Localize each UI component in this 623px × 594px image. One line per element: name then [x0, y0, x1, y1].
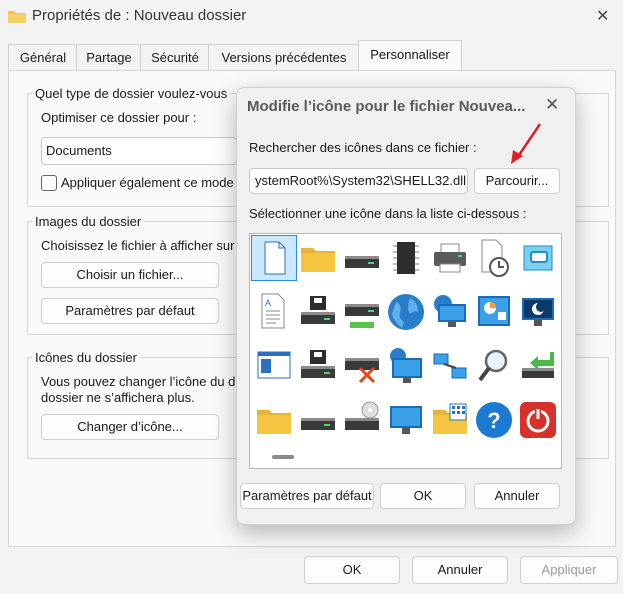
apply-button[interactable]: Appliquer: [520, 556, 618, 584]
close-icon[interactable]: ✕: [596, 6, 609, 26]
optimize-select[interactable]: Documents: [41, 137, 237, 165]
dialog-title: Modifie l’icône pour le fichier Nouvea..…: [247, 98, 526, 115]
tab-previous-versions[interactable]: Versions précédentes: [208, 44, 360, 71]
svg-text:A: A: [265, 298, 271, 308]
folder-closed-icon[interactable]: [252, 398, 296, 442]
tab-sharing[interactable]: Partage: [76, 44, 142, 71]
tab-security[interactable]: Sécurité: [140, 44, 210, 71]
dialog-ok-button[interactable]: OK: [380, 483, 466, 509]
dialog-close-icon[interactable]: ✕: [545, 95, 559, 115]
folder-icons-title: Icônes du dossier: [32, 350, 140, 365]
internet-monitor-icon[interactable]: [384, 344, 428, 388]
folder-icon: [8, 11, 26, 23]
cancel-button[interactable]: Annuler: [412, 556, 508, 584]
tab-general[interactable]: Général: [8, 44, 78, 71]
dialog-default-button[interactable]: Paramètres par défaut: [240, 483, 374, 509]
folder-images-title: Images du dossier: [32, 214, 145, 229]
search-icons-label: Rechercher des icônes dans ce fichier :: [249, 140, 477, 155]
title-bar: Propriétés de : Nouveau dossier ✕: [0, 0, 623, 34]
network-drive-icon[interactable]: [340, 290, 384, 334]
optimize-label: Optimiser ce dossier pour :: [41, 110, 197, 125]
folder-images-desc: Choisissez le fichier à afficher sur: [41, 238, 235, 253]
drive2-icon[interactable]: [296, 398, 340, 442]
printer-icon[interactable]: [428, 236, 472, 280]
globe-icon[interactable]: [384, 290, 428, 334]
svg-text:?: ?: [487, 408, 500, 433]
sleep-monitor-icon[interactable]: [516, 290, 560, 334]
folder-icons-desc-2: dossier ne s’affichera plus.: [41, 390, 195, 405]
folder-grid-icon[interactable]: [428, 398, 472, 442]
install-icon[interactable]: [516, 344, 560, 388]
tab-customize[interactable]: Personnaliser: [358, 40, 462, 71]
blank-document-icon[interactable]: [251, 235, 297, 281]
floppy-drive-icon[interactable]: [296, 290, 340, 334]
apply-subfolders-label: Appliquer également ce mode: [61, 175, 234, 190]
folder-icon[interactable]: [296, 236, 340, 280]
power-icon[interactable]: [516, 398, 560, 442]
network-connection-icon[interactable]: [428, 344, 472, 388]
clock-document-icon[interactable]: [472, 236, 516, 280]
chip-icon[interactable]: [384, 236, 428, 280]
disconnected-drive-icon[interactable]: [340, 344, 384, 388]
help-icon[interactable]: ?: [472, 398, 516, 442]
folder-type-title: Quel type de dossier voulez-vous: [32, 86, 231, 101]
browse-button[interactable]: Parcourir...: [474, 168, 560, 194]
horizontal-scrollbar[interactable]: [272, 455, 294, 459]
change-icon-button[interactable]: Changer d’icône...: [41, 414, 219, 440]
search-icon[interactable]: [472, 344, 516, 388]
dialog-cancel-button[interactable]: Annuler: [474, 483, 560, 509]
network-monitor-icon[interactable]: [428, 290, 472, 334]
folder-icons-desc: Vous pouvez changer l’icône du d: [41, 374, 236, 389]
floppy-drive2-icon[interactable]: [296, 344, 340, 388]
window-title: Propriétés de : Nouveau dossier: [32, 7, 247, 24]
icon-file-path-input[interactable]: ystemRoot%\System32\SHELL32.dll: [249, 168, 468, 194]
change-icon-dialog: Modifie l’icône pour le fichier Nouvea..…: [236, 87, 576, 525]
red-arrow-icon: [511, 123, 542, 164]
control-panel-icon[interactable]: [472, 290, 516, 334]
cd-drive-icon[interactable]: [340, 398, 384, 442]
ok-button[interactable]: OK: [304, 556, 400, 584]
icon-list[interactable]: A ?: [249, 233, 562, 469]
select-icon-label: Sélectionner une icône dans la liste ci-…: [249, 206, 527, 221]
apply-subfolders-checkbox[interactable]: [41, 175, 57, 191]
app-window-icon[interactable]: [252, 344, 296, 388]
text-document-icon[interactable]: A: [252, 290, 296, 334]
choose-file-button[interactable]: Choisir un fichier...: [41, 262, 219, 288]
drive-icon[interactable]: [340, 236, 384, 280]
default-button[interactable]: Paramètres par défaut: [41, 298, 219, 324]
monitor-icon[interactable]: [384, 398, 428, 442]
window-app-icon[interactable]: [516, 236, 560, 280]
